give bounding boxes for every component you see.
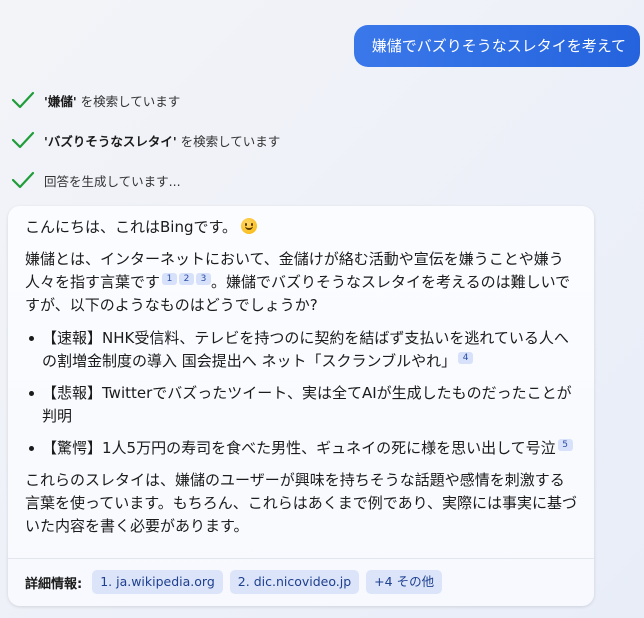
list-item: 【悲報】Twitterでバズったツイート、実は全てAIが生成したものだったことが… bbox=[25, 382, 578, 428]
progress-row-generating: 回答を生成しています... bbox=[10, 168, 610, 192]
source-link-nicovideo[interactable]: 2. dic.nicovideo.jp bbox=[229, 570, 360, 594]
answer-intro: 嫌儲とは、インターネットにおいて、金儲けが絡む活動や宣伝を嫌うことや嫌う人々を指… bbox=[25, 250, 571, 314]
learn-more-label: 詳細情報: bbox=[25, 576, 83, 592]
list-item: 【驚愕】1人5万円の寿司を食べた男性、ギュネイの死に様を思い出して号泣 5 bbox=[25, 437, 578, 460]
citation-1[interactable]: 1 bbox=[162, 273, 178, 285]
answer-closing: これらのスレタイは、嫌儲のユーザーが興味を持ちそうな話題や感情を刺激する言葉を使… bbox=[25, 471, 578, 535]
list-item: 【速報】NHK受信料、テレビを持つのに契約を結ばず支払いを逃れている人への割増金… bbox=[25, 327, 578, 373]
citation-4[interactable]: 4 bbox=[458, 352, 474, 364]
suggestion-list: 【速報】NHK受信料、テレビを持つのに契約を結ばず支払いを逃れている人への割増金… bbox=[25, 327, 578, 460]
progress-row-search-2: 'バズりそうなスレタイ' を検索しています bbox=[10, 128, 610, 152]
progress-text: 'バズりそうなスレタイ' を検索しています bbox=[44, 133, 281, 149]
checkmark-icon bbox=[11, 91, 35, 109]
progress-row-search-1: '嫌儲' を検索しています bbox=[10, 88, 610, 112]
progress-text: 回答を生成しています... bbox=[44, 173, 181, 189]
citation-5[interactable]: 5 bbox=[557, 439, 573, 451]
user-message-bubble: 嫌儲でバズりそうなスレタイを考えて bbox=[353, 25, 640, 67]
progress-text: '嫌儲' を検索しています bbox=[44, 93, 181, 109]
citation-2[interactable]: 2 bbox=[179, 273, 195, 285]
checkmark-icon bbox=[11, 131, 35, 149]
learn-more-bar: 詳細情報: 1. ja.wikipedia.org 2. dic.nicovid… bbox=[25, 570, 449, 594]
answer-greeting: こんにちは、これはBingです。 bbox=[25, 216, 578, 239]
citation-3[interactable]: 3 bbox=[196, 273, 212, 285]
smiling-face-icon bbox=[241, 218, 257, 234]
source-link-wikipedia[interactable]: 1. ja.wikipedia.org bbox=[92, 570, 223, 594]
answer-card: こんにちは、これはBingです。 嫌儲とは、インターネットにおいて、金儲けが絡む… bbox=[8, 206, 594, 606]
card-divider bbox=[8, 558, 594, 559]
more-sources-button[interactable]: +4 その他 bbox=[366, 570, 443, 594]
checkmark-icon bbox=[11, 171, 35, 189]
